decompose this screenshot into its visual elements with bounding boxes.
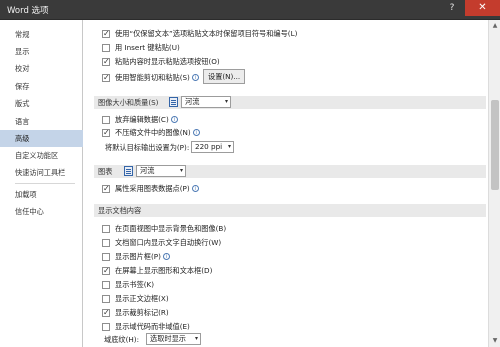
help-button[interactable]: ? xyxy=(446,2,458,14)
sidebar: 常规 显示 校对 保存 版式 语言 高级 自定义功能区 快速访问工具栏 加载项 … xyxy=(0,20,83,347)
sidebar-item-customize-ribbon[interactable]: 自定义功能区 xyxy=(0,147,83,164)
info-icon: i xyxy=(191,74,199,81)
sidebar-item-general[interactable]: 常规 xyxy=(0,26,83,43)
section-image-size-quality: 图像大小和质量(S) xyxy=(94,96,486,109)
select-value: 220 ppi xyxy=(195,142,223,151)
checkbox[interactable] xyxy=(102,280,110,289)
scroll-thumb[interactable] xyxy=(491,100,499,190)
document-icon xyxy=(169,97,178,107)
field-shading-select[interactable]: 选取时显示 ▾ xyxy=(146,333,201,345)
scroll-down-icon[interactable]: ▼ xyxy=(489,335,500,347)
checkbox[interactable] xyxy=(102,224,110,233)
sidebar-item-save[interactable]: 保存 xyxy=(0,78,83,95)
checkbox[interactable] xyxy=(102,183,110,195)
section-show-document-content: 显示文档内容 xyxy=(94,204,486,217)
checkbox[interactable] xyxy=(102,115,110,124)
info-icon: i xyxy=(170,116,178,123)
checkbox[interactable] xyxy=(102,127,110,139)
default-output-label: 将默认目标输出设置为(P): xyxy=(105,143,190,152)
option-label-text: 在屏幕上显示图形和文本框(D) xyxy=(115,266,213,275)
select-value: 选取时显示 xyxy=(150,334,186,343)
close-button[interactable]: ✕ xyxy=(465,0,500,16)
sidebar-item-language[interactable]: 语言 xyxy=(0,113,83,130)
chevron-down-icon: ▾ xyxy=(224,98,228,105)
option-label: 在屏幕上显示图形和文本框(D) xyxy=(115,265,212,277)
chevron-down-icon: ▾ xyxy=(179,167,183,174)
sidebar-item-proofing[interactable]: 校对 xyxy=(0,60,83,77)
option-label: 粘贴内容时显示粘贴选项按钮(O) xyxy=(115,57,220,66)
sidebar-item-display[interactable]: 显示 xyxy=(0,43,83,60)
word-options-dialog: Word 选项 ? ✕ 常规 显示 校对 保存 版式 语言 高级 自定义功能区 … xyxy=(0,0,500,347)
option-label: 属性采用图表数据点(P) i xyxy=(115,183,199,195)
option-label: 用 Insert 键粘贴(U) xyxy=(115,43,180,52)
image-document-select[interactable]: 河流 ▾ xyxy=(181,96,231,108)
option-label-text: 使用智能剪切和粘贴(S) xyxy=(115,73,190,82)
field-shading-label: 域底纹(H): xyxy=(104,335,139,344)
chevron-down-icon: ▾ xyxy=(194,335,198,342)
checkbox[interactable] xyxy=(102,72,110,84)
select-value: 河流 xyxy=(185,97,200,106)
select-value: 河流 xyxy=(140,166,155,175)
sidebar-item-quick-access-toolbar[interactable]: 快速访问工具栏 xyxy=(0,164,83,181)
checkbox[interactable] xyxy=(102,307,110,319)
section-title: 图表 xyxy=(98,167,113,176)
document-icon xyxy=(124,166,133,176)
option-label: 文档窗口内显示文字自动换行(W) xyxy=(115,238,222,247)
option-label-text: 显示图片框(P) xyxy=(115,252,161,261)
info-icon: i xyxy=(192,129,200,136)
section-title: 图像大小和质量(S) xyxy=(98,98,159,107)
scroll-up-icon[interactable]: ▲ xyxy=(489,20,500,32)
dialog-title: Word 选项 xyxy=(7,6,49,16)
chart-document-select[interactable]: 河流 ▾ xyxy=(136,165,186,177)
default-output-select[interactable]: 220 ppi ▾ xyxy=(191,141,234,153)
option-label-text: 不压缩文件中的图像(N) xyxy=(115,128,191,137)
section-title: 显示文档内容 xyxy=(98,206,142,215)
advanced-options-panel: 使用“仅保留文本”选项粘贴文本时保留项目符号和编号(L) 用 Insert 键粘… xyxy=(84,20,488,347)
chevron-down-icon: ▾ xyxy=(227,143,231,150)
settings-button[interactable]: 设置(N)... xyxy=(203,69,246,84)
option-label: 使用智能剪切和粘贴(S) i xyxy=(115,72,199,84)
checkbox[interactable] xyxy=(102,56,110,68)
checkbox[interactable] xyxy=(102,294,110,303)
title-bar: Word 选项 ? ✕ xyxy=(0,0,500,20)
checkbox[interactable] xyxy=(102,238,110,247)
sidebar-item-advanced[interactable]: 高级 xyxy=(0,130,83,147)
sidebar-item-trust-center[interactable]: 信任中心 xyxy=(0,203,83,220)
sidebar-item-addins[interactable]: 加载项 xyxy=(0,186,83,203)
checkbox[interactable] xyxy=(102,43,110,52)
option-label-text: 放弃编辑数据(C) xyxy=(115,115,169,124)
checkbox[interactable] xyxy=(102,28,110,40)
option-label: 显示裁剪标记(R) xyxy=(115,308,169,317)
checkbox[interactable] xyxy=(102,322,110,331)
option-label: 使用“仅保留文本”选项粘贴文本时保留项目符号和编号(L) xyxy=(115,29,298,38)
option-label-text: 属性采用图表数据点(P) xyxy=(115,184,190,193)
checkbox[interactable] xyxy=(102,252,110,261)
sidebar-divider xyxy=(15,183,75,184)
vertical-scrollbar[interactable]: ▲ ▼ xyxy=(488,20,500,347)
option-label: 显示正文边框(X) xyxy=(115,294,169,303)
option-label: 不压缩文件中的图像(N) i xyxy=(115,127,200,139)
sidebar-item-typography[interactable]: 版式 xyxy=(0,95,83,112)
option-label: 在页面视图中显示背景色和图像(B) xyxy=(115,224,227,233)
option-label: 放弃编辑数据(C) i xyxy=(115,114,178,126)
checkbox[interactable] xyxy=(102,265,110,277)
option-label: 显示域代码而非域值(E) xyxy=(115,322,190,331)
info-icon: i xyxy=(191,185,199,192)
option-label: 显示图片框(P) i xyxy=(115,251,170,263)
option-label: 显示书签(K) xyxy=(115,280,155,289)
info-icon: i xyxy=(162,253,170,260)
